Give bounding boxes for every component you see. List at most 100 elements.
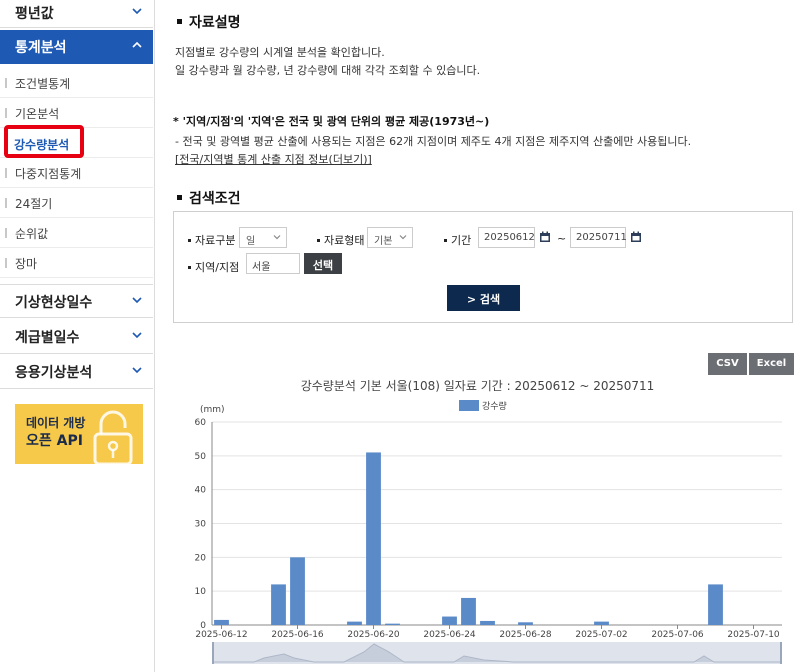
bullet-tick xyxy=(5,168,7,178)
x-tick-label: 2025-06-12 xyxy=(195,630,247,640)
range-tilde: ~ xyxy=(557,232,567,245)
chart-title: 강수량분석 기본 서울(108) 일자료 기간 : 20250612 ~ 202… xyxy=(300,379,655,393)
bullet-dot xyxy=(188,238,191,242)
region-note-text: - 전국 및 광역별 평균 산출에 사용되는 지점은 62개 지점이며 제주도 … xyxy=(175,135,692,148)
data-form-select[interactable]: 기본 xyxy=(367,227,413,248)
sidebar-item-label: 24절기 xyxy=(15,197,53,211)
sidebar-item-label: 다중지점통계 xyxy=(15,167,82,181)
sidebar-section-label: 응용기상분석 xyxy=(15,365,93,381)
chevron-down-icon xyxy=(132,332,142,339)
region-note-title: * '지역/지점'의 '지역'은 전국 및 광역 단위의 평균 제공(1973년… xyxy=(173,115,490,128)
sidebar-section-label: 통계분석 xyxy=(15,40,67,56)
y-tick-label: 50 xyxy=(195,452,207,462)
sidebar: 평년값 통계분석 조건별통계 기온분석 강수량분석 다중지점통계 24절기 순위… xyxy=(0,0,155,672)
sidebar-section-label: 기상현상일수 xyxy=(15,295,93,311)
data-type-value: 일 xyxy=(246,236,256,247)
sidebar-item-multi-station[interactable]: 다중지점통계 xyxy=(0,158,153,188)
sidebar-item-temperature[interactable]: 기온분석 xyxy=(0,98,153,128)
data-type-select[interactable]: 일 xyxy=(239,227,287,248)
x-tick-label: 2025-06-20 xyxy=(347,630,400,640)
chevron-up-icon xyxy=(132,41,142,48)
x-tick-label: 2025-06-16 xyxy=(271,630,324,640)
open-api-banner[interactable]: 데이터 개방 오픈 API xyxy=(15,404,143,464)
excel-download-button[interactable]: Excel xyxy=(749,353,794,375)
y-tick-label: 20 xyxy=(195,553,207,563)
bar xyxy=(366,452,381,625)
search-conditions-box: 자료구분 일 자료형태 기본 기간 20250612 ~ 20250711 지역… xyxy=(173,211,793,323)
start-date-input[interactable]: 20250612 xyxy=(478,227,535,248)
main-content: 자료설명 지점별로 강수량의 시계열 분석을 확인합니다. 일 강수량과 월 강… xyxy=(155,0,800,672)
bar xyxy=(214,619,229,625)
sidebar-section-label: 평년값 xyxy=(15,6,54,22)
api-banner-line2: 오픈 API xyxy=(26,433,83,449)
search-title: 검색조건 xyxy=(177,188,241,208)
slider-preview xyxy=(214,643,780,663)
sidebar-section-stats[interactable]: 통계분석 xyxy=(0,30,153,64)
description-title-text: 자료설명 xyxy=(189,15,241,31)
y-tick-label: 40 xyxy=(195,486,207,496)
sidebar-item-label: 장마 xyxy=(15,257,38,271)
x-tick-label: 2025-07-10 xyxy=(727,630,780,640)
x-tick-label: 2025-06-24 xyxy=(423,630,476,640)
sidebar-item-precipitation[interactable]: 강수량분석 xyxy=(0,125,153,158)
bar xyxy=(271,584,286,625)
lock-icon xyxy=(93,410,133,464)
calendar-icon[interactable] xyxy=(630,231,642,243)
sidebar-item-solar-terms[interactable]: 24절기 xyxy=(0,188,153,218)
y-tick-label: 30 xyxy=(195,520,207,530)
bullet-tick xyxy=(5,78,7,88)
y-axis-label: (mm) xyxy=(200,405,225,415)
sidebar-item-rank[interactable]: 순위값 xyxy=(0,218,153,248)
sidebar-section-applied[interactable]: 응용기상분석 xyxy=(0,355,153,389)
bar xyxy=(347,621,362,625)
bullet-tick xyxy=(5,228,7,238)
data-type-label: 자료구분 xyxy=(188,232,235,248)
sidebar-item-conditional-stats[interactable]: 조건별통계 xyxy=(0,68,153,98)
bar xyxy=(385,623,400,625)
chevron-down-icon xyxy=(132,297,142,304)
station-label-text: 지역/지점 xyxy=(195,261,240,274)
sidebar-section-weather-days[interactable]: 기상현상일수 xyxy=(0,284,153,318)
bar xyxy=(290,557,305,625)
description-line1: 지점별로 강수량의 시계열 분석을 확인합니다. xyxy=(175,46,385,59)
chevron-down-icon xyxy=(132,8,142,15)
end-date-input[interactable]: 20250711 xyxy=(570,227,627,248)
sidebar-section-normals[interactable]: 평년값 xyxy=(0,0,153,28)
chevron-down-icon xyxy=(399,235,407,240)
station-input[interactable]: 서울 xyxy=(246,253,300,274)
bar xyxy=(594,621,609,625)
y-tick-label: 60 xyxy=(195,418,207,428)
bar xyxy=(708,584,723,625)
period-label: 기간 xyxy=(444,232,471,248)
data-type-label-text: 자료구분 xyxy=(195,234,236,247)
bullet-tick xyxy=(5,198,7,208)
bar xyxy=(480,620,495,625)
y-tick-label: 10 xyxy=(195,587,207,597)
sidebar-section-class-days[interactable]: 계급별일수 xyxy=(0,320,153,354)
description-title: 자료설명 xyxy=(177,12,241,32)
precipitation-chart: (mm)01020304050602025-06-12 2025-06-16 202… xyxy=(195,405,782,640)
bullet-dot xyxy=(444,238,447,242)
chevron-down-icon xyxy=(273,235,281,240)
x-tick-label: 2025-07-02 xyxy=(575,630,627,640)
search-button[interactable]: > 검색 xyxy=(447,285,520,311)
square-bullet-icon xyxy=(177,18,182,24)
chart-range-slider[interactable] xyxy=(212,642,782,664)
station-info-link[interactable]: [전국/지역별 통계 산출 지점 정보(더보기)] xyxy=(175,151,372,167)
sidebar-item-monsoon[interactable]: 장마 xyxy=(0,248,153,278)
x-tick-label: 2025-06-28 xyxy=(499,630,552,640)
bar xyxy=(518,622,533,625)
square-bullet-icon xyxy=(177,194,182,200)
calendar-icon[interactable] xyxy=(539,231,551,243)
bar xyxy=(461,597,476,625)
select-station-button[interactable]: 선택 xyxy=(304,253,342,274)
sidebar-item-label: 강수량분석 xyxy=(14,138,70,152)
sidebar-item-label: 조건별통계 xyxy=(15,77,71,91)
bar xyxy=(442,616,457,625)
data-form-label: 자료형태 xyxy=(317,232,364,248)
api-banner-line1: 데이터 개방 xyxy=(26,416,86,430)
bullet-dot xyxy=(188,265,191,269)
csv-download-button[interactable]: CSV xyxy=(708,353,747,375)
data-form-value: 기본 xyxy=(374,236,393,247)
bullet-tick xyxy=(5,258,7,268)
